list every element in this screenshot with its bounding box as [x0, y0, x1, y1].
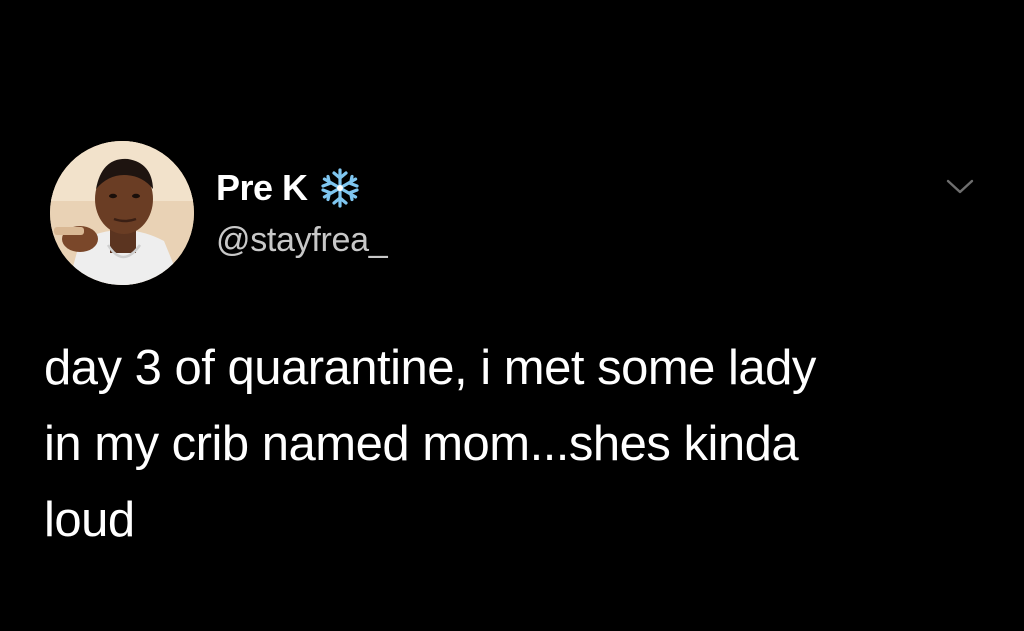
- tweet-text: day 3 of quarantine, i met some lady in …: [44, 341, 816, 547]
- name-row: Pre K: [216, 166, 387, 210]
- display-name[interactable]: Pre K: [216, 166, 308, 210]
- chevron-down-icon[interactable]: [944, 172, 976, 200]
- tweet-header: Pre K @stayfrea_: [216, 166, 388, 262]
- tweet-card: Pre K @stayfrea_ day 3 of quarantine, i …: [0, 0, 1024, 631]
- user-handle[interactable]: @stayfrea_: [216, 218, 388, 262]
- avatar-image: [50, 141, 194, 285]
- snowflake-icon: [318, 166, 362, 210]
- avatar[interactable]: [50, 141, 194, 285]
